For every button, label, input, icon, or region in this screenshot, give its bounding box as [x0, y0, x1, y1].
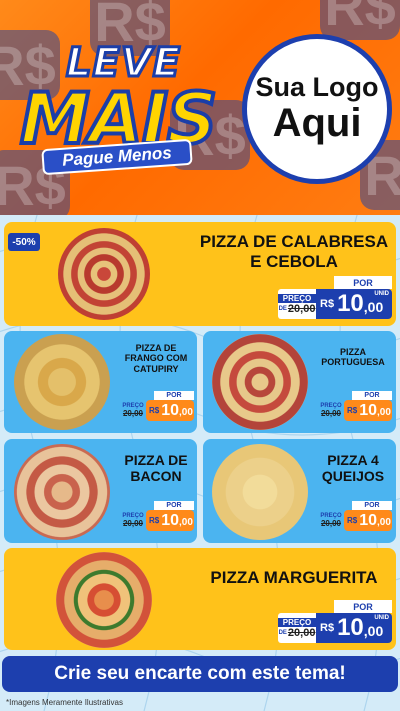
product-title: PIZZA MARGUERITA: [210, 568, 378, 587]
product-title: PIZZA DE BACON: [124, 452, 188, 485]
product-title: PIZZA PORTUGUESA: [321, 347, 385, 368]
disclaimer-text: *Imagens Meramente Ilustrativas: [6, 698, 123, 707]
pizza-frango-image: [14, 334, 110, 430]
discount-badge: -50%: [8, 233, 40, 251]
price-tag: POR PREÇO 20,00 R$ 10 ,00: [120, 501, 194, 533]
pizza-marguerita-image: [56, 552, 152, 648]
product-title: PIZZA 4 QUEIJOS: [321, 452, 385, 485]
logo-placeholder-line2: Aqui: [272, 101, 362, 145]
product-title: PIZZA DE FRANGO COM CATUPIRY: [124, 343, 188, 374]
create-flyer-button[interactable]: Crie seu encarte com este tema!: [2, 656, 398, 692]
header-banner: R$ R$ R$ R$ R$ R$ LEVE MAIS Pague Menos …: [0, 0, 400, 215]
pizza-4-queijos-image: [212, 444, 308, 540]
price-tag: POR PREÇO DE 20,00 R$ 10 ,00 UNID: [278, 276, 392, 322]
pizza-calabresa-image: [58, 228, 150, 320]
logo-placeholder-line1: Sua Logo: [255, 72, 379, 102]
pizza-bacon-image: [14, 444, 110, 540]
currency-tile: R$: [320, 0, 400, 40]
price-tag: POR PREÇO 20,00 R$ 10 ,00: [318, 501, 392, 533]
logo-placeholder[interactable]: Sua Logo Aqui: [242, 34, 392, 184]
price-tag: POR PREÇO DE 20,00 R$ 10 ,00 UNID: [278, 600, 392, 646]
product-title: PIZZA DE CALABRESA E CEBOLA: [199, 232, 389, 271]
pizza-portuguesa-image: [212, 334, 308, 430]
price-tag: POR PREÇO 20,00 R$ 10 ,00: [318, 391, 392, 423]
price-tag: POR PREÇO 20,00 R$ 10 ,00: [120, 391, 194, 423]
promo-logo: LEVE MAIS Pague Menos: [14, 39, 219, 180]
